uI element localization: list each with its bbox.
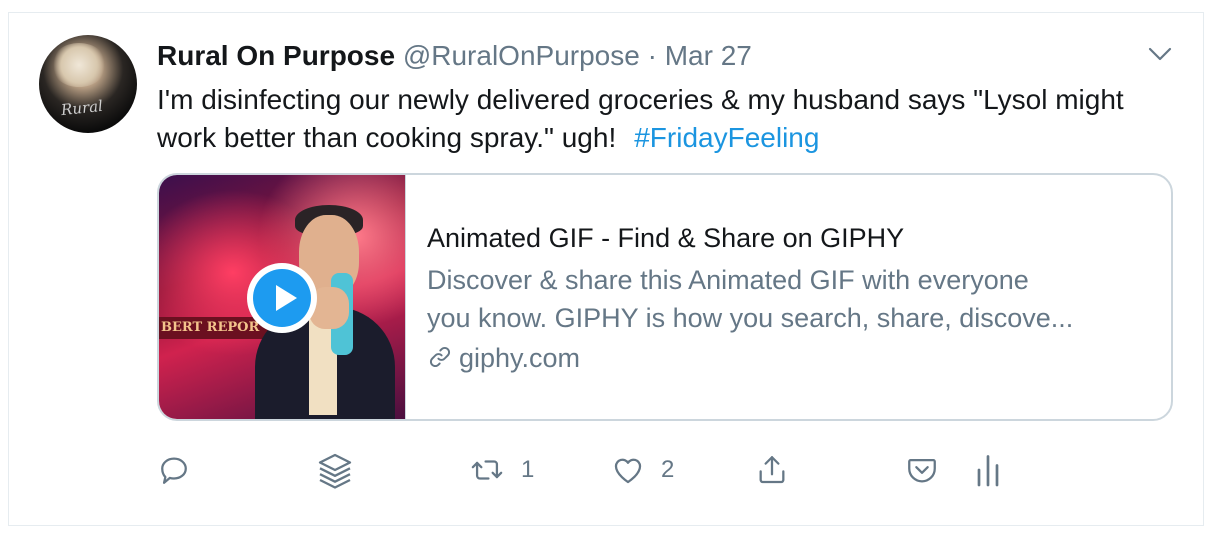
card-title: Animated GIF - Find & Share on GIPHY — [427, 223, 905, 253]
share-button[interactable] — [755, 445, 789, 495]
hashtag-link[interactable]: #FridayFeeling — [634, 122, 819, 153]
author-name[interactable]: Rural On Purpose — [157, 40, 395, 71]
share-icon — [759, 456, 785, 484]
avatar[interactable]: Rural — [39, 35, 137, 133]
card-domain: giphy.com — [459, 343, 581, 373]
pocket-icon — [908, 458, 936, 483]
like-button[interactable]: 2 — [611, 445, 674, 495]
reply-icon — [161, 457, 187, 484]
card-description-line: Discover & share this Animated GIF with … — [427, 265, 1029, 295]
analytics-icon — [977, 455, 999, 487]
tweet-header: Rural On Purpose @RuralOnPurpose · Mar 2… — [157, 39, 752, 73]
heart-icon — [614, 458, 642, 484]
card-link[interactable]: giphy.com — [427, 341, 580, 375]
action-bar: 1 2 — [9, 445, 1205, 505]
avatar-face — [51, 43, 107, 87]
analytics-button[interactable] — [973, 445, 1003, 495]
card-divider — [405, 175, 406, 419]
retweet-button[interactable]: 1 — [469, 445, 534, 495]
stack-icon — [318, 453, 352, 489]
tweet-text: I'm disinfecting our newly delivered gro… — [157, 81, 1167, 157]
avatar-logo-text: Rural — [60, 96, 104, 120]
retweet-icon — [471, 460, 503, 480]
pocket-button[interactable] — [905, 445, 939, 495]
play-button[interactable] — [247, 263, 317, 333]
retweet-count: 1 — [521, 456, 535, 483]
card-thumbnail[interactable]: BERT REPOR — [159, 175, 405, 419]
author-handle[interactable]: @RuralOnPurpose — [403, 40, 640, 71]
tweet-date[interactable]: Mar 27 — [665, 40, 752, 71]
reply-button[interactable] — [157, 445, 191, 495]
chevron-down-icon[interactable] — [1147, 41, 1173, 67]
card-description-line: you know. GIPHY is how you search, share… — [427, 303, 1074, 333]
separator-dot: · — [647, 40, 657, 71]
stack-button[interactable] — [315, 445, 355, 495]
like-count: 2 — [661, 456, 675, 483]
play-icon — [253, 269, 311, 327]
link-card[interactable]: BERT REPOR Animated GIF - Find & Share o… — [157, 173, 1173, 421]
link-icon — [429, 346, 451, 368]
card-description: Discover & share this Animated GIF with … — [427, 261, 1157, 337]
tweet[interactable]: Rural Rural On Purpose @RuralOnPurpose ·… — [8, 12, 1204, 526]
